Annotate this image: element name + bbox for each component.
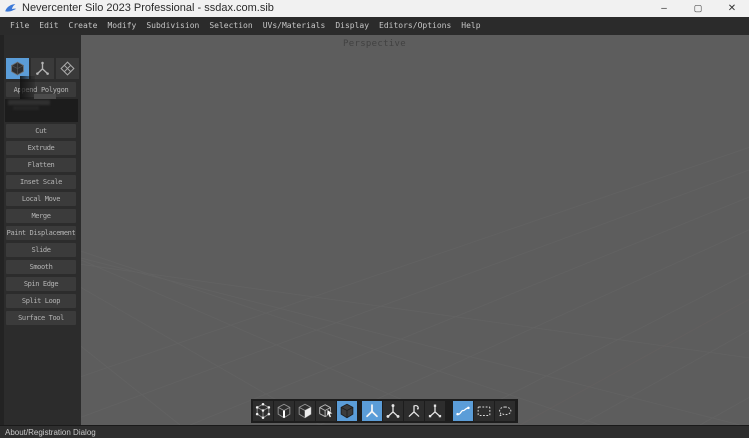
minimize-button[interactable]: – [647, 0, 681, 17]
split-loop-button[interactable]: Split Loop [6, 294, 76, 308]
lasso-select-icon[interactable] [495, 401, 515, 421]
paint-displacement-button[interactable]: Paint Displacement [6, 226, 76, 240]
selection-mode-toolbar [251, 399, 518, 423]
scale-tool-icon[interactable] [425, 401, 445, 421]
menu-subdivision[interactable]: Subdivision [141, 17, 204, 35]
perspective-grid [0, 35, 749, 425]
select-multi-icon[interactable] [337, 401, 357, 421]
menu-editors-options[interactable]: Editors/Options [374, 17, 456, 35]
tweak-curve-icon[interactable] [453, 401, 473, 421]
select-edges-icon[interactable] [274, 401, 294, 421]
rotate-tool-icon[interactable] [404, 401, 424, 421]
silo-window: Nevercenter Silo 2023 Professional - ssd… [0, 0, 749, 438]
polyhedron-icon [9, 60, 26, 77]
tripod-icon [34, 60, 51, 77]
extrude-button[interactable]: Extrude [6, 141, 76, 155]
viewport-3d[interactable]: Perspective [0, 35, 749, 425]
menubar: File Edit Create Modify Subdivision Sele… [0, 17, 749, 35]
flatten-button[interactable]: Flatten [6, 158, 76, 172]
inset-scale-button[interactable]: Inset Scale [6, 175, 76, 189]
left-tool-panel: Append Polygon Cut Extrude Flatten Inset… [0, 35, 81, 425]
titlebar[interactable]: Nevercenter Silo 2023 Professional - ssd… [0, 0, 749, 17]
menu-file[interactable]: File [5, 17, 34, 35]
modify-tool-list: Cut Extrude Flatten Inset Scale Local Mo… [6, 124, 76, 328]
viewport-label: Perspective [0, 39, 749, 49]
smooth-button[interactable]: Smooth [6, 260, 76, 274]
window-title: Nevercenter Silo 2023 Professional - ssd… [22, 0, 274, 17]
statusbar: About/Registration Dialog [0, 425, 749, 438]
menu-selection[interactable]: Selection [204, 17, 257, 35]
diamonds-icon [59, 60, 76, 77]
manipulator-tool-icon[interactable] [362, 401, 382, 421]
tab-polygon-tools[interactable] [6, 58, 29, 79]
move-tool-icon[interactable] [383, 401, 403, 421]
tool-tab-row [6, 58, 79, 79]
menu-edit[interactable]: Edit [34, 17, 63, 35]
surface-tool-button[interactable]: Surface Tool [6, 311, 76, 325]
append-polygon-button[interactable]: Append Polygon [6, 82, 76, 97]
panel-edge-strip [0, 35, 4, 425]
merge-button[interactable]: Merge [6, 209, 76, 223]
append-polygon-label: Append Polygon [14, 86, 69, 94]
tab-subdivision-tools[interactable] [56, 58, 79, 79]
marquee-select-icon[interactable] [474, 401, 494, 421]
silo-logo-icon [4, 2, 17, 15]
spin-edge-button[interactable]: Spin Edge [6, 277, 76, 291]
unrendered-panel-artifact [5, 99, 78, 122]
select-vertices-icon[interactable] [253, 401, 273, 421]
menu-modify[interactable]: Modify [102, 17, 141, 35]
select-objects-icon[interactable] [316, 401, 336, 421]
window-controls: – ▢ ✕ [647, 0, 749, 17]
menu-display[interactable]: Display [330, 17, 374, 35]
menu-uvs-materials[interactable]: UVs/Materials [258, 17, 331, 35]
tab-vertex-tools[interactable] [31, 58, 54, 79]
menu-help[interactable]: Help [456, 17, 485, 35]
close-button[interactable]: ✕ [715, 0, 749, 17]
status-message: About/Registration Dialog [5, 428, 96, 437]
menu-create[interactable]: Create [64, 17, 103, 35]
cut-button[interactable]: Cut [6, 124, 76, 138]
local-move-button[interactable]: Local Move [6, 192, 76, 206]
select-faces-icon[interactable] [295, 401, 315, 421]
slide-button[interactable]: Slide [6, 243, 76, 257]
maximize-button[interactable]: ▢ [681, 0, 715, 17]
